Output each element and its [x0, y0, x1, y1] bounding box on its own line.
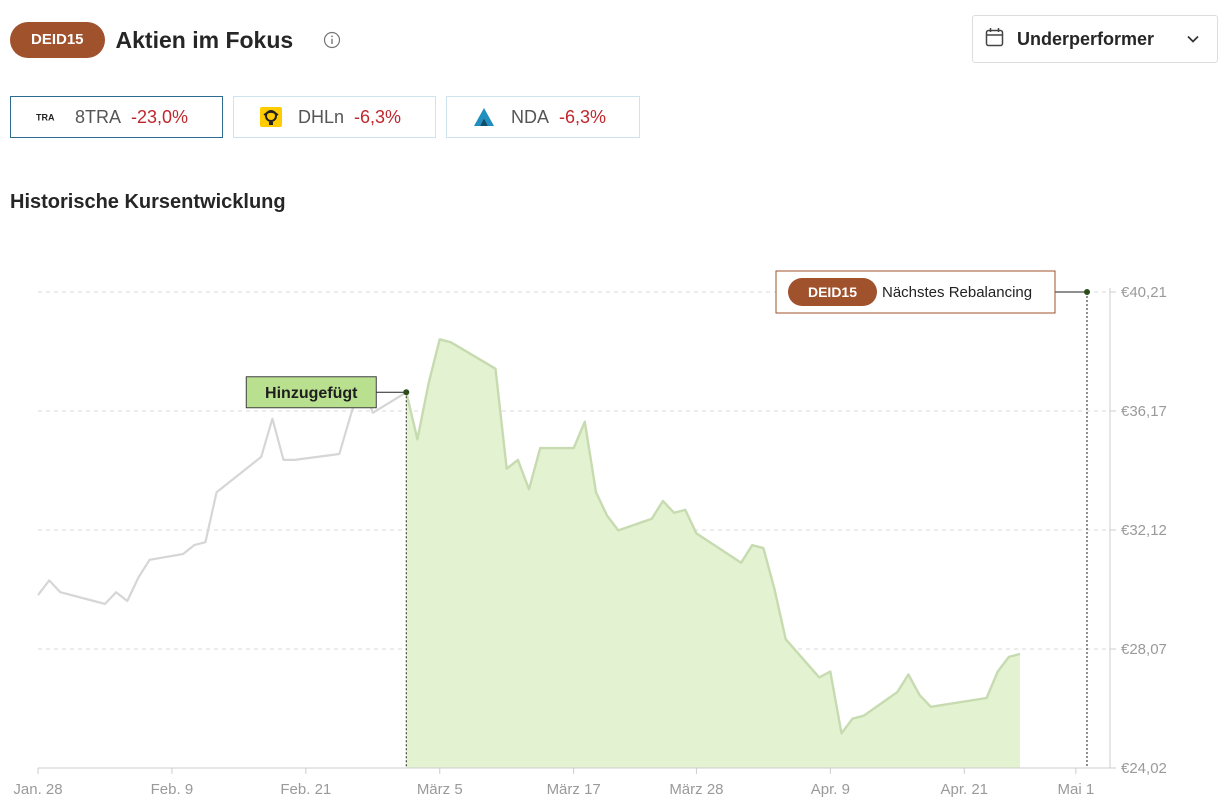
stock-chip-8tra[interactable]: TRA 8TRA -23,0% — [10, 96, 223, 138]
x-tick-label: Mai 1 — [1057, 781, 1094, 798]
gridlines — [38, 291, 1110, 650]
y-tick-label: €24,02 — [1121, 760, 1167, 777]
stock-ticker: NDA — [511, 106, 550, 127]
x-tick-label: Feb. 21 — [280, 781, 331, 798]
tra-logo-icon: TRA — [36, 107, 60, 127]
x-tick-label: Jan. 28 — [13, 781, 62, 798]
stock-change: -6,3% — [354, 106, 402, 127]
calendar-icon — [985, 27, 1004, 52]
y-tick-label: €28,07 — [1121, 641, 1167, 658]
price-line-active — [405, 338, 1021, 735]
y-tick-label: €40,21 — [1121, 284, 1167, 301]
stock-change: -6,3% — [559, 106, 607, 127]
header: DEID15 Aktien im Fokus — [10, 22, 341, 58]
x-tick-label: März 5 — [417, 781, 463, 798]
rebalancing-label-box — [775, 270, 1056, 314]
axis-layer: €40,21 €36,17 €32,12 €28,07 €24,02 Jan. 28 Feb… — [13, 284, 1167, 798]
page-title: Aktien im Fokus — [115, 26, 294, 53]
rebalancing-badge — [788, 278, 877, 306]
x-tick-label: Feb. 9 — [151, 781, 194, 798]
x-tick-label: Apr. 9 — [811, 781, 850, 798]
rebalancing-label: Nächstes Rebalancing — [882, 284, 1032, 301]
chevron-down-icon — [1186, 32, 1200, 51]
stock-change: -23,0% — [131, 106, 189, 127]
annotation-layer: Hinzugefügt DEID15 Nächstes Rebalancing — [245, 270, 1090, 768]
filter-dropdown[interactable]: Underperformer — [972, 15, 1218, 63]
nda-logo-icon — [472, 107, 496, 127]
tra-logo-text: TRA — [36, 113, 55, 123]
stock-list: TRA 8TRA -23,0% DHLn -6,3% NDA -6,3% — [10, 96, 640, 138]
price-line-history — [37, 379, 407, 605]
price-area — [406, 339, 1020, 768]
added-label: Hinzugefügt — [265, 385, 358, 402]
rebalancing-badge-label: DEID15 — [808, 284, 857, 300]
stock-chip-dhln[interactable]: DHLn -6,3% — [233, 96, 436, 138]
stock-chip-nda[interactable]: NDA -6,3% — [446, 96, 640, 138]
stock-ticker: DHLn — [298, 106, 345, 127]
index-badge: DEID15 — [10, 22, 105, 58]
x-tick-label: Apr. 21 — [940, 781, 988, 798]
rebalancing-marker-dot — [1084, 289, 1090, 295]
added-marker-dot — [403, 389, 410, 396]
stock-ticker: 8TRA — [75, 106, 122, 127]
y-tick-label: €36,17 — [1121, 403, 1167, 420]
section-title: Historische Kursentwicklung — [10, 191, 286, 213]
x-tick-label: März 17 — [547, 781, 601, 798]
x-tick-label: März 28 — [669, 781, 723, 798]
info-circle-icon[interactable] — [323, 31, 341, 49]
added-label-box — [245, 376, 377, 409]
line-layer — [37, 338, 1021, 735]
area-layer — [406, 339, 1020, 768]
y-tick-label: €32,12 — [1121, 522, 1167, 539]
filter-selected-label: Underperformer — [1017, 28, 1155, 49]
dhl-logo-icon — [259, 107, 283, 127]
